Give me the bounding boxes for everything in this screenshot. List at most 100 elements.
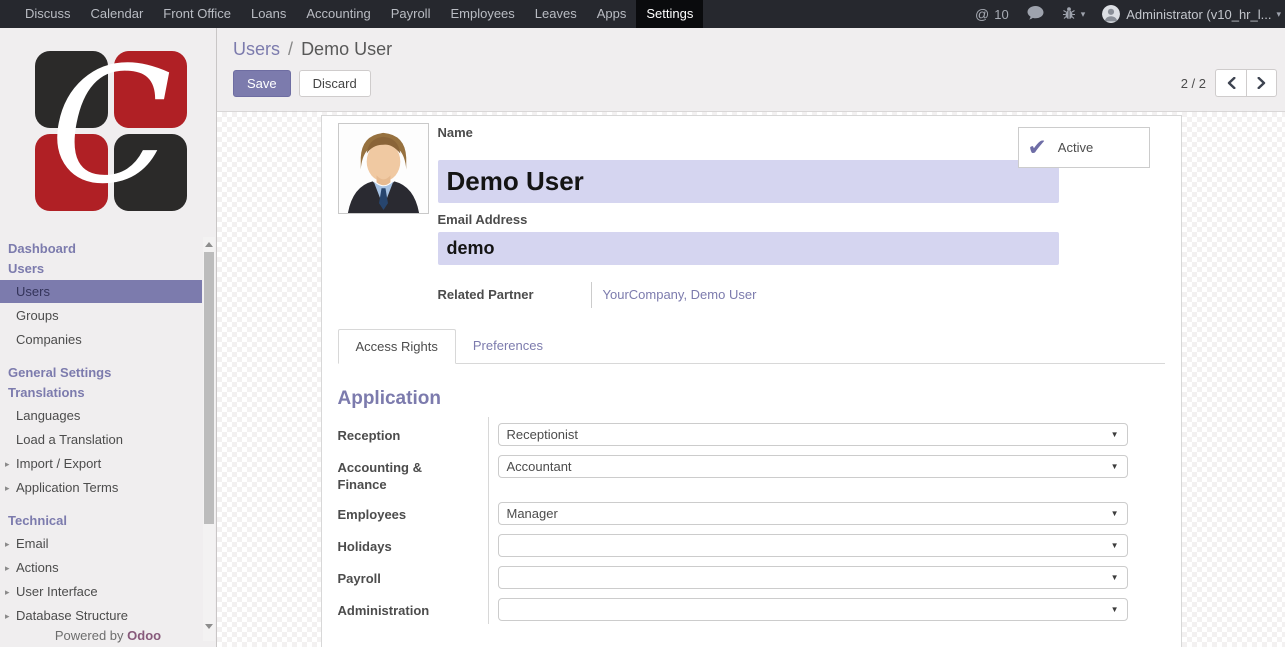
sidebar-header-translations[interactable]: Translations bbox=[0, 383, 216, 403]
sidebar-label: Actions bbox=[16, 560, 59, 575]
related-partner-value[interactable]: YourCompany, Demo User bbox=[591, 282, 757, 308]
chevron-left-icon bbox=[1227, 77, 1236, 89]
scroll-up-arrow-icon[interactable] bbox=[205, 242, 213, 247]
expand-caret-icon: ▸ bbox=[5, 537, 10, 552]
sidebar-item-actions[interactable]: ▸ Actions bbox=[0, 556, 202, 579]
name-input[interactable]: Demo User bbox=[438, 160, 1059, 203]
tab-access-rights[interactable]: Access Rights bbox=[338, 329, 456, 364]
user-name: Administrator (v10_hr_l... bbox=[1126, 7, 1271, 22]
inbox-count: 10 bbox=[994, 7, 1008, 22]
breadcrumb-separator: / bbox=[285, 39, 296, 59]
user-photo[interactable] bbox=[338, 123, 429, 214]
sidebar-item-companies[interactable]: Companies bbox=[0, 328, 202, 351]
select-holidays[interactable]: ▼ bbox=[498, 534, 1128, 557]
discard-button[interactable]: Discard bbox=[299, 70, 371, 97]
dropdown-caret-icon: ▼ bbox=[1111, 430, 1119, 439]
topnav-menus: DiscussCalendarFront OfficeLoansAccounti… bbox=[0, 0, 703, 28]
expand-caret-icon: ▸ bbox=[5, 561, 10, 576]
sidebar-item-load-a-translation[interactable]: Load a Translation bbox=[0, 428, 202, 451]
sidebar-header-users[interactable]: Users bbox=[0, 259, 216, 279]
caret-down-icon: ▾ bbox=[1276, 9, 1281, 20]
sidebar-label: Application Terms bbox=[16, 480, 118, 495]
select-value: Accountant bbox=[507, 459, 572, 474]
user-avatar bbox=[1102, 5, 1120, 23]
sidebar-label: Companies bbox=[16, 332, 82, 347]
sidebar-item-email[interactable]: ▸Email bbox=[0, 532, 202, 555]
topnav-employees[interactable]: Employees bbox=[440, 0, 524, 28]
powered-by-text: Powered by bbox=[55, 628, 124, 643]
caret-down-icon: ▾ bbox=[1081, 9, 1086, 20]
topnav-apps[interactable]: Apps bbox=[587, 0, 637, 28]
sidebar-item-groups[interactable]: Groups bbox=[0, 304, 202, 327]
control-panel: Users / Demo User Save Discard 2 / 2 bbox=[217, 28, 1285, 112]
topnav-loans[interactable]: Loans bbox=[241, 0, 296, 28]
topnav-front-office[interactable]: Front Office bbox=[153, 0, 241, 28]
field-label-employees: Employees bbox=[338, 502, 488, 523]
sidebar-header-general-settings[interactable]: General Settings bbox=[0, 363, 216, 383]
expand-caret-icon: ▸ bbox=[5, 609, 10, 624]
dropdown-caret-icon: ▼ bbox=[1111, 462, 1119, 471]
sidebar-label: General Settings bbox=[8, 365, 111, 380]
dropdown-caret-icon: ▼ bbox=[1111, 573, 1119, 582]
select-reception[interactable]: Receptionist▼ bbox=[498, 423, 1128, 446]
email-field-label: Email Address bbox=[438, 212, 1059, 227]
sidebar-label: Dashboard bbox=[8, 241, 76, 256]
sidebar-scrollbar[interactable] bbox=[203, 237, 215, 641]
sidebar-label: Groups bbox=[16, 308, 59, 323]
next-record-button[interactable] bbox=[1246, 69, 1277, 97]
topnav-calendar[interactable]: Calendar bbox=[81, 0, 154, 28]
scroll-down-arrow-icon[interactable] bbox=[205, 624, 213, 629]
bug-icon bbox=[1062, 6, 1076, 23]
debug-menu-button[interactable]: ▾ bbox=[1062, 6, 1086, 23]
expand-caret-icon: ▸ bbox=[5, 457, 10, 472]
topnav-leaves[interactable]: Leaves bbox=[525, 0, 587, 28]
save-button[interactable]: Save bbox=[233, 70, 291, 97]
user-menu-button[interactable]: Administrator (v10_hr_l... ▾ bbox=[1102, 5, 1281, 23]
form-view-area: Name Demo User Email Address demo Relate… bbox=[217, 112, 1285, 647]
sidebar-item-user-interface[interactable]: ▸User Interface bbox=[0, 580, 202, 603]
topnav-payroll[interactable]: Payroll bbox=[381, 0, 441, 28]
topnav-settings[interactable]: Settings bbox=[636, 0, 703, 28]
sidebar-item-application-terms[interactable]: ▸Application Terms bbox=[0, 476, 202, 499]
tab-preferences[interactable]: Preferences bbox=[456, 329, 560, 363]
sidebar-item-database-structure[interactable]: ▸Database Structure bbox=[0, 604, 202, 627]
select-administration[interactable]: ▼ bbox=[498, 598, 1128, 621]
select-employees[interactable]: Manager▼ bbox=[498, 502, 1128, 525]
powered-by: Powered by Odoo bbox=[0, 626, 216, 645]
sidebar-item-import-export[interactable]: ▸ Import / Export bbox=[0, 452, 202, 475]
topnav-discuss[interactable]: Discuss bbox=[15, 0, 81, 28]
sidebar-header-technical[interactable]: Technical bbox=[0, 511, 216, 531]
field-label-holidays: Holidays bbox=[338, 534, 488, 555]
topnav-accounting[interactable]: Accounting bbox=[296, 0, 380, 28]
inbox-mentions-button[interactable]: @ 10 bbox=[975, 6, 1009, 22]
odoo-link[interactable]: Odoo bbox=[127, 628, 161, 643]
email-input[interactable]: demo bbox=[438, 232, 1059, 265]
breadcrumb-users-link[interactable]: Users bbox=[233, 39, 280, 59]
sidebar-label: Languages bbox=[16, 408, 80, 423]
scrollbar-thumb[interactable] bbox=[204, 252, 214, 524]
sidebar-label: Import / Export bbox=[16, 456, 101, 471]
messages-button[interactable] bbox=[1027, 6, 1044, 23]
dropdown-caret-icon: ▼ bbox=[1111, 541, 1119, 550]
top-navigation-bar: DiscussCalendarFront OfficeLoansAccounti… bbox=[0, 0, 1285, 28]
application-row-accounting-finance: Accounting & FinanceAccountant▼ bbox=[338, 455, 1128, 493]
chevron-right-icon bbox=[1257, 77, 1266, 89]
select-payroll[interactable]: ▼ bbox=[498, 566, 1128, 589]
chat-bubble-icon bbox=[1027, 6, 1044, 23]
sidebar-item-languages[interactable]: Languages bbox=[0, 404, 202, 427]
active-checkbox[interactable]: ✔ bbox=[1028, 136, 1047, 159]
sidebar-label: Load a Translation bbox=[16, 432, 123, 447]
main-content: Users / Demo User Save Discard 2 / 2 bbox=[217, 28, 1285, 647]
name-field-label: Name bbox=[438, 125, 1059, 140]
application-row-employees: Employees Manager▼ bbox=[338, 502, 1128, 525]
select-accounting-finance[interactable]: Accountant ▼ bbox=[498, 455, 1128, 478]
previous-record-button[interactable] bbox=[1215, 69, 1246, 97]
record-pager: 2 / 2 bbox=[1181, 69, 1277, 97]
topnav-system-tray: @ 10 ▾ bbox=[966, 0, 1285, 28]
active-label: Active bbox=[1058, 140, 1093, 155]
expand-caret-icon: ▸ bbox=[5, 585, 10, 600]
application-row-holidays: Holidays ▼ bbox=[338, 534, 1128, 557]
company-logo: C bbox=[0, 28, 216, 234]
sidebar-header-dashboard[interactable]: Dashboard bbox=[0, 239, 216, 259]
sidebar-item-users[interactable]: Users bbox=[0, 280, 202, 303]
